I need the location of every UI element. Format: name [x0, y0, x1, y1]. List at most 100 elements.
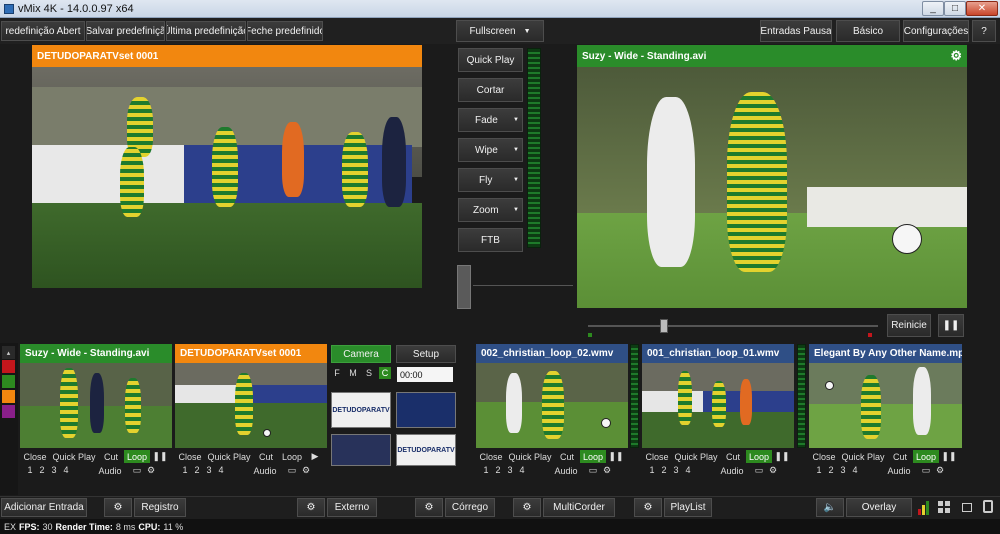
camera-button[interactable]: Camera	[331, 345, 391, 363]
overlay-3-button[interactable]: 3	[837, 464, 849, 476]
collapse-icon[interactable]: ▴	[2, 346, 15, 359]
cut-button[interactable]: Cut	[98, 450, 124, 463]
loop-button[interactable]: Loop	[124, 450, 150, 463]
help-button[interactable]: ?	[972, 20, 996, 42]
overlay-2-button[interactable]: 2	[191, 464, 203, 476]
quick-play-button[interactable]: Quick Play	[205, 450, 253, 463]
color-filter-orange[interactable]	[2, 390, 15, 403]
input-title-bar[interactable]: 001_christian_loop_01.wmv	[642, 344, 794, 363]
input-thumbnail[interactable]	[175, 363, 327, 448]
playlist-button[interactable]: PlayList	[664, 498, 712, 517]
save-preset-button[interactable]: Salvar predefiniçã	[86, 21, 165, 41]
overlay-3-button[interactable]: 3	[48, 464, 60, 476]
cut-button[interactable]: Cut	[554, 450, 580, 463]
pause-icon[interactable]: ❚❚	[150, 450, 170, 463]
cut-button[interactable]: Cut	[720, 450, 746, 463]
loop-button[interactable]: Loop	[279, 450, 305, 463]
camera-preview-2[interactable]	[396, 392, 456, 428]
close-window-button[interactable]: ✕	[966, 1, 998, 16]
overlay-4-button[interactable]: 4	[215, 464, 227, 476]
gear-icon[interactable]: ⚙	[144, 464, 158, 477]
overlay-1-button[interactable]: 1	[480, 464, 492, 476]
minimize-button[interactable]: _	[922, 1, 944, 16]
monitor-icon[interactable]: ▭	[752, 464, 766, 477]
preview-video[interactable]	[32, 67, 422, 288]
quick-play-button[interactable]: Quick Play	[506, 450, 554, 463]
gear-icon[interactable]: ⚙	[415, 498, 443, 517]
gear-icon[interactable]: ⚙	[297, 498, 325, 517]
add-input-button[interactable]: Adicionar Entrada	[1, 498, 87, 517]
monitor-icon[interactable]: ▭	[586, 464, 600, 477]
overlay-1-button[interactable]: 1	[813, 464, 825, 476]
gear-icon[interactable]: ⚙	[933, 464, 947, 477]
monitor-icon[interactable]: ▭	[919, 464, 933, 477]
input-thumbnail[interactable]	[20, 363, 172, 448]
fly-button[interactable]: Fly ▼	[458, 168, 523, 192]
cut-button[interactable]: Cortar	[458, 78, 523, 102]
gear-icon[interactable]: ⚙	[299, 464, 313, 477]
close-button[interactable]: Close	[175, 450, 205, 463]
play-icon[interactable]: ▶	[305, 450, 325, 463]
overlay-4-button[interactable]: 4	[849, 464, 861, 476]
overlay-2-button[interactable]: 2	[36, 464, 48, 476]
close-button[interactable]: Close	[476, 450, 506, 463]
input-thumbnail[interactable]	[476, 363, 628, 448]
close-button[interactable]: Close	[809, 450, 839, 463]
overlay-3-button[interactable]: 3	[504, 464, 516, 476]
output-seek-handle[interactable]	[660, 319, 668, 333]
output-video[interactable]	[577, 67, 967, 308]
lock-icon[interactable]	[983, 500, 993, 513]
input-title-bar[interactable]: 002_christian_loop_02.wmv	[476, 344, 628, 363]
input-title-bar[interactable]: Suzy - Wide - Standing.avi	[20, 344, 172, 363]
basic-button[interactable]: Básico	[836, 20, 900, 42]
overlay-2-button[interactable]: 2	[825, 464, 837, 476]
mode-c-button[interactable]: C	[379, 367, 391, 379]
record-button[interactable]: Registro	[134, 498, 186, 517]
mode-m-button[interactable]: M	[347, 367, 359, 379]
cut-button[interactable]: Cut	[253, 450, 279, 463]
overlay-3-button[interactable]: 3	[203, 464, 215, 476]
close-preset-button[interactable]: Feche predefinido	[247, 21, 323, 41]
cut-button[interactable]: Cut	[887, 450, 913, 463]
overlay-button[interactable]: Overlay	[846, 498, 912, 517]
close-button[interactable]: Close	[20, 450, 50, 463]
camera-preview-1[interactable]: DETUDOPARATV	[331, 392, 391, 428]
last-preset-button[interactable]: Última predefinição	[166, 21, 246, 41]
mode-f-button[interactable]: F	[331, 367, 343, 379]
screen-icon[interactable]	[962, 503, 972, 512]
pause-icon[interactable]: ❚❚	[772, 450, 792, 463]
gear-icon[interactable]: ⚙	[766, 464, 780, 477]
color-filter-green[interactable]	[2, 375, 15, 388]
loop-button[interactable]: Loop	[746, 450, 772, 463]
pause-icon[interactable]: ❚❚	[939, 450, 959, 463]
fullscreen-button[interactable]: Fullscreen ▼	[456, 20, 544, 42]
audio-button[interactable]: Audio	[546, 464, 586, 477]
overlay-2-button[interactable]: 2	[658, 464, 670, 476]
color-filter-purple[interactable]	[2, 405, 15, 418]
input-thumbnail[interactable]	[809, 363, 962, 448]
input-title-bar[interactable]: DETUDOPARATVset 0001	[175, 344, 327, 363]
pause-inputs-button[interactable]: Entradas Pausa	[760, 20, 832, 42]
close-button[interactable]: Close	[642, 450, 672, 463]
fade-button[interactable]: Fade ▼	[458, 108, 523, 132]
overlay-1-button[interactable]: 1	[24, 464, 36, 476]
zoom-button[interactable]: Zoom ▼	[458, 198, 523, 222]
maximize-button[interactable]: □	[944, 1, 966, 16]
quick-play-button[interactable]: Quick Play	[839, 450, 887, 463]
camera-preview-3[interactable]	[331, 434, 391, 466]
quick-play-button[interactable]: Quick Play	[50, 450, 98, 463]
input-thumbnail[interactable]	[642, 363, 794, 448]
loop-button[interactable]: Loop	[580, 450, 606, 463]
external-button[interactable]: Externo	[327, 498, 377, 517]
overlay-3-button[interactable]: 3	[670, 464, 682, 476]
speaker-icon[interactable]: 🔈	[816, 498, 844, 517]
overlay-4-button[interactable]: 4	[60, 464, 72, 476]
pause-icon[interactable]: ❚❚	[606, 450, 626, 463]
time-input[interactable]: 00:00	[397, 367, 453, 382]
gear-icon[interactable]: ⚙	[950, 48, 962, 64]
audio-button[interactable]: Audio	[90, 464, 130, 477]
monitor-icon[interactable]: ▭	[285, 464, 299, 477]
camera-preview-4[interactable]: DETUDOPARATV	[396, 434, 456, 466]
overlay-1-button[interactable]: 1	[646, 464, 658, 476]
audio-button[interactable]: Audio	[245, 464, 285, 477]
